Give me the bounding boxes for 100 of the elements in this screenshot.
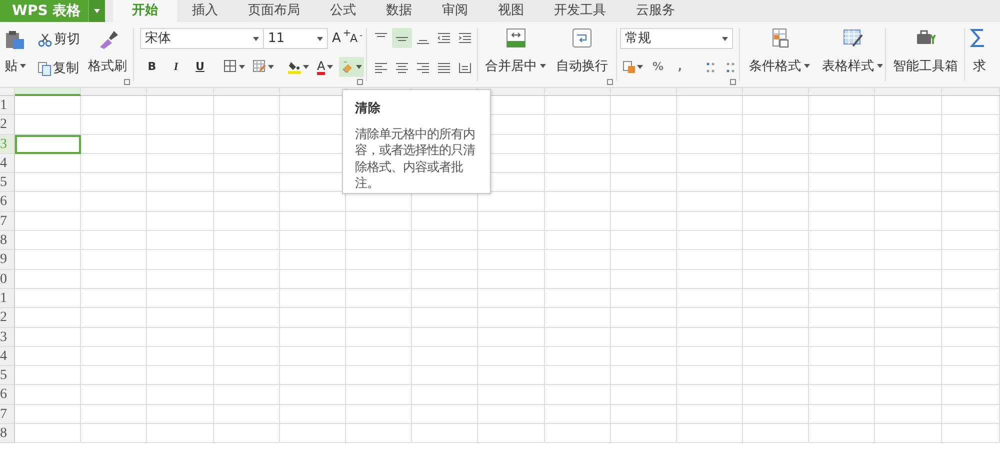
grid-cell[interactable] (15, 231, 82, 250)
grid-cell[interactable] (544, 154, 611, 174)
font-size-select[interactable]: 11 (264, 28, 328, 49)
grid-cell[interactable] (875, 192, 942, 212)
grid-cell[interactable] (875, 212, 942, 232)
grid-cell[interactable] (809, 115, 876, 135)
grid-cell[interactable] (942, 154, 1000, 174)
grid-cell[interactable] (478, 270, 544, 289)
grid-cell[interactable] (942, 424, 1000, 444)
grid-cell[interactable] (478, 231, 544, 250)
grid-cell[interactable] (743, 404, 810, 424)
grid-cell[interactable] (15, 328, 82, 347)
grid-cell[interactable] (15, 385, 82, 405)
grid-cell[interactable] (676, 250, 744, 270)
grid-cell[interactable] (280, 328, 346, 347)
grid-cell[interactable] (15, 346, 82, 366)
grid-cell[interactable] (809, 404, 876, 424)
grid-cell[interactable] (15, 96, 82, 116)
grid-cell[interactable] (544, 134, 611, 154)
format-button[interactable]: I (166, 57, 186, 77)
grid-cell[interactable] (809, 270, 876, 289)
grid-cell[interactable] (676, 115, 744, 135)
grid-cell[interactable] (676, 270, 744, 289)
grid-cell[interactable] (942, 231, 1000, 250)
grid-cell[interactable] (147, 250, 214, 270)
copy-button[interactable]: 复制 (36, 59, 81, 79)
grid-cell[interactable] (610, 154, 677, 174)
row-header[interactable]: 9 (0, 250, 15, 270)
grid-cell[interactable] (544, 96, 611, 116)
grid-cell[interactable] (809, 134, 876, 154)
grid-cell[interactable] (610, 366, 677, 386)
grid-cell[interactable] (147, 154, 214, 174)
sum-button[interactable]: 求 (965, 22, 994, 78)
grid-cell[interactable] (214, 270, 280, 289)
grid-cell[interactable] (346, 424, 412, 444)
grid-cell[interactable] (346, 231, 412, 250)
grid-cell[interactable] (280, 424, 346, 444)
grid-cell[interactable] (147, 212, 214, 232)
grid-cell[interactable] (809, 212, 876, 232)
grid-cell[interactable] (875, 270, 942, 289)
grid-cell[interactable] (81, 115, 148, 135)
grid-cell[interactable] (214, 134, 280, 154)
grid-cell[interactable] (809, 308, 876, 328)
grid-cell[interactable] (147, 270, 214, 289)
grid-cell[interactable] (676, 192, 744, 212)
column-header[interactable] (610, 88, 677, 96)
dialog-launcher-icon[interactable] (357, 79, 363, 85)
grid-cell[interactable] (743, 346, 810, 366)
dialog-launcher-icon[interactable] (607, 79, 613, 85)
row-header[interactable]: 5 (0, 173, 15, 192)
grid-cell[interactable] (147, 134, 214, 154)
grid-cell[interactable] (875, 308, 942, 328)
grid-cell[interactable] (942, 404, 1000, 424)
grid-cell[interactable] (214, 328, 280, 347)
grid-cell[interactable] (214, 115, 280, 135)
number-format-button[interactable]: , (671, 57, 689, 77)
grid-cell[interactable] (147, 308, 214, 328)
grid-cell[interactable] (147, 288, 214, 308)
grid-cell[interactable] (544, 424, 611, 444)
grid-cell[interactable] (544, 404, 611, 424)
grid-cell[interactable] (15, 192, 82, 212)
grid-cell[interactable] (280, 212, 346, 232)
grid-cell[interactable] (676, 134, 744, 154)
grid-cell[interactable] (81, 231, 148, 250)
column-header[interactable] (147, 88, 214, 96)
grid-cell[interactable] (147, 346, 214, 366)
grid-cell[interactable] (346, 328, 412, 347)
dialog-launcher-icon[interactable] (730, 79, 736, 85)
column-header[interactable] (15, 88, 82, 96)
column-header[interactable] (809, 88, 876, 96)
column-header[interactable] (676, 88, 744, 96)
grid-cell[interactable] (280, 308, 346, 328)
grid-cell[interactable] (214, 404, 280, 424)
grid-cell[interactable] (875, 115, 942, 135)
grid-cell[interactable] (346, 308, 412, 328)
grid-cell[interactable] (942, 308, 1000, 328)
column-header[interactable] (214, 88, 280, 96)
grid-cell[interactable] (743, 424, 810, 444)
row-header[interactable]: 1 (0, 288, 15, 308)
grid-cell[interactable] (412, 270, 478, 289)
grid-cell[interactable] (875, 134, 942, 154)
row-header[interactable]: 7 (0, 212, 15, 232)
grid-cell[interactable] (743, 328, 810, 347)
grid-cell[interactable] (743, 192, 810, 212)
grid-cell[interactable] (544, 308, 611, 328)
grid-cell[interactable] (875, 231, 942, 250)
grid-cell[interactable] (412, 288, 478, 308)
merge-center-button[interactable]: 合并居中 (481, 22, 550, 78)
grid-cell[interactable] (214, 173, 280, 192)
grid-cell[interactable] (875, 96, 942, 116)
grid-cell[interactable] (147, 96, 214, 116)
grid-cell[interactable] (875, 366, 942, 386)
row-header[interactable]: 4 (0, 154, 15, 174)
grid-cell[interactable] (610, 308, 677, 328)
grid-cell[interactable] (147, 115, 214, 135)
row-header[interactable]: 7 (0, 404, 15, 424)
app-menu-button[interactable] (88, 0, 105, 22)
ribbon-tab[interactable]: 审阅 (427, 0, 483, 22)
row-header[interactable]: 8 (0, 231, 15, 250)
toolbox-button[interactable]: 智能工具箱 (889, 22, 962, 78)
